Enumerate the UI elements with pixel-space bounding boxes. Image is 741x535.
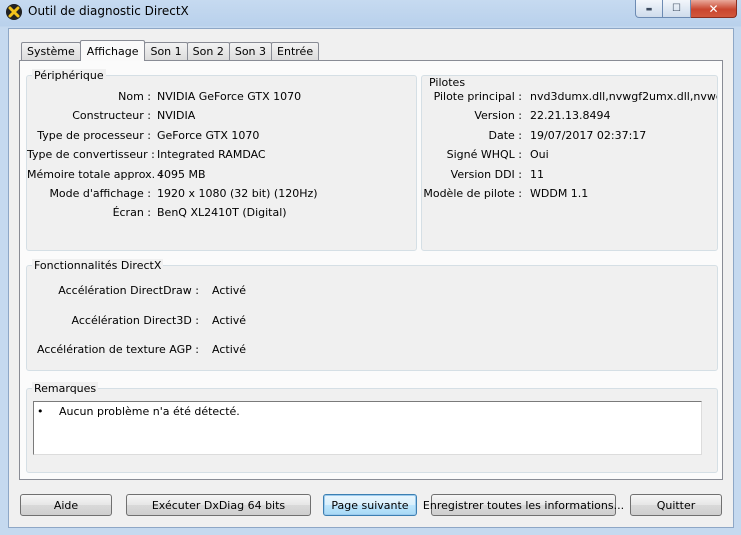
quit-button[interactable]: Quitter [630, 494, 722, 516]
device-value: 1920 x 1080 (32 bit) (120Hz) [157, 187, 318, 200]
tab-systeme[interactable]: Système [21, 42, 81, 60]
tab-label: Entrée [277, 45, 314, 58]
device-label: Mémoire totale approx. : [27, 168, 163, 181]
device-value: 4095 MB [157, 168, 206, 181]
button-label: Page suivante [331, 498, 409, 512]
device-value: BenQ XL2410T (Digital) [157, 206, 287, 219]
device-label: Mode d'affichage : [49, 187, 151, 200]
device-label: Nom : [118, 90, 151, 103]
driver-value: Oui [530, 148, 549, 161]
features-group-title: Fonctionnalités DirectX [32, 259, 164, 272]
feature-value: Activé [212, 343, 247, 356]
minimize-icon: ▬ [645, 4, 653, 13]
tab-label: Son 2 [192, 45, 224, 58]
driver-label: Date : [488, 129, 523, 142]
window-title: Outil de diagnostic DirectX [28, 4, 189, 18]
run-64bit-dxdiag-button[interactable]: Exécuter DxDiag 64 bits [126, 494, 311, 516]
directx-icon [6, 4, 22, 20]
maximize-icon: ☐ [672, 3, 681, 14]
client-area: Système Affichage Son 1 Son 2 Son 3 Entr… [8, 28, 734, 528]
tab-label: Affichage [86, 44, 139, 58]
tab-label: Système [27, 45, 75, 58]
button-label: Aide [53, 498, 79, 512]
device-label: Type de convertisseur : [27, 148, 155, 161]
device-group: Périphérique Nom : NVIDIA GeForce GTX 10… [26, 69, 417, 251]
notes-group-title: Remarques [32, 382, 99, 395]
tab-label: Son 3 [234, 45, 267, 58]
button-label: Enregistrer toutes les informations... [422, 498, 625, 512]
driver-value: 11 [530, 168, 544, 181]
driver-value: 22.21.13.8494 [530, 109, 611, 122]
driver-label: Version DDI : [450, 168, 522, 181]
driver-value: WDDM 1.1 [530, 187, 589, 200]
feature-label: Accélération de texture AGP : [36, 343, 199, 356]
drivers-group: Pilotes Pilote principal : nvd3dumx.dll,… [421, 75, 718, 251]
close-icon: ✕ [708, 1, 719, 16]
driver-label: Pilote principal : [433, 90, 522, 103]
tab-son-1[interactable]: Son 1 [144, 42, 188, 60]
tab-strip: Système Affichage Son 1 Son 2 Son 3 Entr… [21, 40, 320, 61]
device-label: Constructeur : [72, 109, 151, 122]
driver-value: nvd3dumx.dll,nvwgf2umx.dll,nvwgf2 [530, 90, 718, 103]
bullet-icon: • [37, 405, 44, 418]
feature-value: Activé [212, 284, 247, 297]
help-button[interactable]: Aide [20, 494, 112, 516]
button-label: Exécuter DxDiag 64 bits [151, 498, 286, 512]
window-controls: ▬ ☐ ✕ [635, 0, 737, 19]
device-label: Écran : [112, 206, 151, 219]
minimize-button[interactable]: ▬ [635, 0, 663, 18]
feature-label: Accélération Direct3D : [71, 314, 199, 327]
tab-son-3[interactable]: Son 3 [228, 42, 273, 60]
device-group-title: Périphérique [32, 69, 106, 82]
device-value: NVIDIA GeForce GTX 1070 [157, 90, 302, 103]
note-text: Aucun problème n'a été détecté. [59, 405, 240, 418]
tab-entree[interactable]: Entrée [271, 42, 320, 60]
tab-label: Son 1 [150, 45, 182, 58]
save-all-info-button[interactable]: Enregistrer toutes les informations... [423, 494, 624, 516]
close-button[interactable]: ✕ [691, 0, 737, 18]
notes-group: Remarques • Aucun problème n'a été détect… [26, 382, 718, 473]
maximize-button[interactable]: ☐ [663, 0, 691, 18]
device-value: Integrated RAMDAC [157, 148, 266, 161]
driver-value: 19/07/2017 02:37:17 [530, 129, 647, 142]
feature-label: Accélération DirectDraw : [58, 284, 199, 297]
driver-label: Signé WHQL : [446, 148, 522, 161]
next-page-button[interactable]: Page suivante [323, 494, 417, 516]
driver-label: Modèle de pilote : [423, 187, 522, 200]
display-tab-panel: Périphérique Nom : NVIDIA GeForce GTX 10… [19, 60, 723, 480]
drivers-group-title: Pilotes [427, 76, 468, 89]
notes-textbox[interactable]: • Aucun problème n'a été détecté. [33, 401, 702, 455]
note-item: • Aucun problème n'a été détecté. [37, 405, 240, 418]
feature-value: Activé [212, 314, 247, 327]
dxdiag-window: Outil de diagnostic DirectX ▬ ☐ ✕ Systèm… [0, 0, 741, 535]
tab-affichage[interactable]: Affichage [79, 40, 146, 61]
directx-features-group: Fonctionnalités DirectX Accélération Dir… [26, 259, 718, 371]
title-bar[interactable]: Outil de diagnostic DirectX ▬ ☐ ✕ [0, 0, 741, 26]
device-value: GeForce GTX 1070 [157, 129, 260, 142]
button-label: Quitter [656, 498, 696, 512]
driver-label: Version : [474, 109, 522, 122]
device-label: Type de processeur : [37, 129, 151, 142]
device-value: NVIDIA [157, 109, 196, 122]
tab-son-2[interactable]: Son 2 [186, 42, 230, 60]
